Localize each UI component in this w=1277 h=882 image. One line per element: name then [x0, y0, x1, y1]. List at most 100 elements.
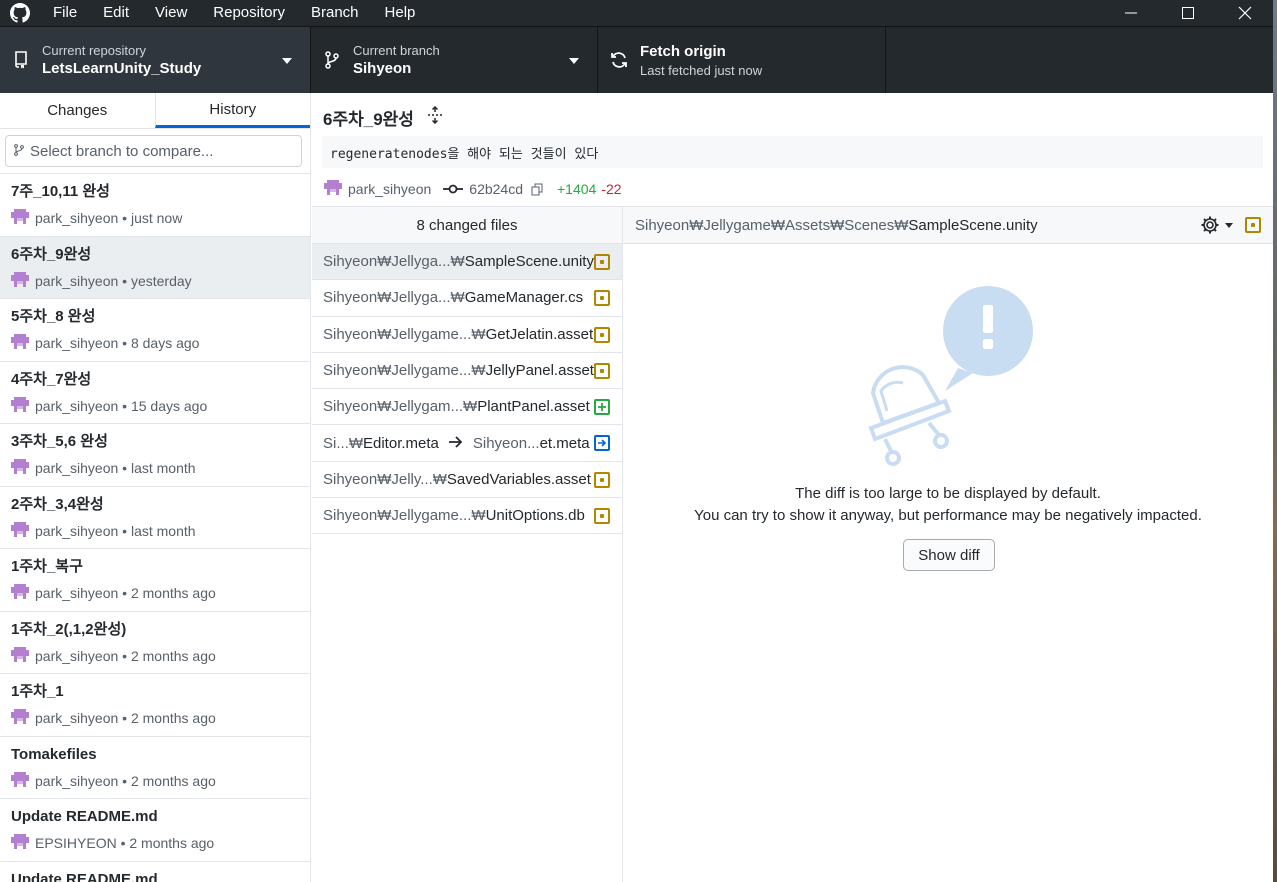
- commit-meta: park_sihyeon • 2 months ago: [35, 772, 216, 789]
- menu-branch[interactable]: Branch: [298, 0, 372, 26]
- avatar: [11, 771, 29, 787]
- git-branch-icon: [311, 51, 353, 69]
- commit-list-item[interactable]: 1주차_1 park_sihyeon • 2 months ago: [0, 674, 310, 737]
- file-path: Sihyeon₩Jellyga...₩SampleScene.unity: [323, 253, 594, 270]
- file-path: Sihyeon₩Jellyga...₩GameManager.cs: [323, 289, 583, 306]
- avatar: [11, 459, 29, 474]
- modified-status-icon: [594, 362, 610, 379]
- commit-list-item[interactable]: 5주차_8 완성 park_sihyeon • 8 days ago: [0, 299, 310, 362]
- diff-header: Sihyeon₩Jellygame₩Assets₩Scenes₩ SampleSc…: [623, 207, 1273, 244]
- file-name: PlantPanel.asset: [477, 398, 590, 416]
- changed-file-item[interactable]: Sihyeon₩Jellygame...₩GetJelatin.asset: [312, 317, 622, 353]
- commit-list-item[interactable]: Update README.md EPSIHYEON • 2 months ago: [0, 799, 310, 862]
- git-commit-icon: [443, 183, 464, 195]
- file-name: JellyPanel.asset: [485, 362, 594, 380]
- avatar: [11, 521, 29, 537]
- commit-title: 5주차_8 완성: [11, 308, 96, 325]
- added-status-icon: [594, 399, 610, 416]
- modified-status-icon: [594, 326, 610, 343]
- renamed-file-path: Sihyeon...et.meta: [473, 435, 590, 452]
- show-diff-button[interactable]: Show diff: [903, 539, 995, 571]
- github-logo-icon: [0, 0, 40, 26]
- commit-list-item[interactable]: 1주차_2(,1,2완성) park_sihyeon • 2 months ago: [0, 612, 310, 674]
- commit-list-item[interactable]: Update README.md: [0, 862, 310, 882]
- changed-file-item[interactable]: Sihyeon₩Jellygame...₩JellyPanel.asset: [312, 353, 622, 390]
- expand-icon[interactable]: [426, 105, 444, 129]
- changed-file-item[interactable]: Sihyeon₩Jellyga...₩GameManager.cs: [312, 280, 622, 317]
- file-dir: Sihyeon₩Jellygame...₩: [323, 507, 486, 525]
- current-branch-button[interactable]: Current branch Sihyeon: [311, 27, 598, 93]
- commit-meta: park_sihyeon • 2 months ago: [35, 647, 216, 664]
- file-path: Sihyeon₩Jellygame...₩JellyPanel.asset: [323, 362, 594, 379]
- changed-file-item[interactable]: Si...₩Editor.meta Sihyeon...et.meta: [312, 425, 622, 462]
- large-diff-illustration: [863, 283, 1043, 476]
- commit-title: 4주차_7완성: [11, 370, 92, 388]
- diff-file-dir: Sihyeon₩Jellygame₩Assets₩Scenes₩: [635, 216, 909, 234]
- copy-icon[interactable]: [531, 183, 543, 196]
- repo-icon: [0, 51, 42, 69]
- diff-too-large-message: The diff is too large to be displayed by…: [795, 485, 1101, 502]
- tab-changes[interactable]: Changes: [0, 93, 155, 128]
- menu-edit[interactable]: Edit: [90, 0, 142, 26]
- branch-search-icon: [14, 143, 24, 159]
- file-name: UnitOptions.db: [485, 507, 585, 525]
- commit-list-item[interactable]: 6주차_9완성 park_sihyeon • yesterday: [0, 236, 310, 299]
- sync-icon: [598, 50, 640, 70]
- close-icon[interactable]: [1216, 0, 1273, 26]
- file-dir: Sihyeon₩Jellygame...₩: [323, 325, 486, 343]
- diff-settings-button[interactable]: [1200, 215, 1233, 235]
- chevron-down-icon: [1225, 222, 1233, 228]
- avatar: [11, 584, 29, 599]
- modified-status-icon: [594, 508, 610, 525]
- renamed-status-icon: [594, 435, 610, 452]
- arrow-right-icon: [448, 435, 463, 452]
- menu-view[interactable]: View: [142, 0, 200, 26]
- menu-help[interactable]: Help: [372, 0, 429, 26]
- file-path: Sihyeon₩Jellygam...₩PlantPanel.asset: [323, 398, 590, 415]
- commit-list-item[interactable]: Tomakefiles park_sihyeon • 2 months ago: [0, 737, 310, 799]
- file-dir: Sihyeon₩Jellyga...₩: [323, 289, 465, 307]
- chevron-down-icon: [569, 58, 579, 64]
- fetch-origin-title: Fetch origin: [640, 42, 726, 60]
- current-repository-name: LetsLearnUnity_Study: [42, 59, 202, 77]
- menu-bar: File Edit View Repository Branch Help: [40, 0, 428, 26]
- commit-list-item[interactable]: 7주_10,11 완성 park_sihyeon • just now: [0, 174, 310, 237]
- file-dir: Si...₩: [323, 434, 363, 452]
- commit-title: 6주차_9완성: [11, 245, 92, 263]
- commit-title: 1주차_1: [11, 683, 64, 700]
- commit-list-item[interactable]: 2주차_3,4완성 park_sihyeon • last month: [0, 487, 310, 549]
- commit-list-item[interactable]: 3주차_5,6 완성 park_sihyeon • last month: [0, 424, 310, 487]
- commit-list-item[interactable]: 4주차_7완성 park_sihyeon • 15 days ago: [0, 362, 310, 424]
- branch-compare-field[interactable]: [5, 135, 302, 167]
- maximize-icon[interactable]: [1159, 0, 1216, 26]
- fetch-origin-button[interactable]: Fetch origin Last fetched just now: [598, 27, 886, 93]
- commit-list-item[interactable]: 1주차_복구 park_sihyeon • 2 months ago: [0, 549, 310, 612]
- branch-compare-input[interactable]: [30, 142, 290, 160]
- changed-file-item[interactable]: Sihyeon₩Jelly...₩SavedVariables.asset: [312, 462, 622, 499]
- commit-title: 3주차_5,6 완성: [11, 433, 108, 450]
- commit-meta: park_sihyeon • last month: [35, 460, 196, 476]
- commit-title: 1주차_복구: [11, 558, 83, 575]
- file-dir: Sihyeon₩Jelly...₩: [323, 470, 447, 488]
- tab-history[interactable]: History: [154, 93, 310, 128]
- gear-icon: [1200, 215, 1220, 235]
- file-dir: Sihyeon₩Jellygame...₩: [323, 362, 486, 380]
- menu-repository[interactable]: Repository: [200, 0, 298, 26]
- chevron-down-icon: [282, 58, 292, 64]
- commit-title: 6주차_9완성: [323, 110, 414, 129]
- avatar: [11, 834, 29, 849]
- commit-title: 7주_10,11 완성: [11, 183, 110, 200]
- sidebar-tabs: Changes History: [0, 93, 310, 129]
- commit-title: Tomakefiles: [11, 745, 97, 763]
- avatar: [11, 646, 29, 662]
- changed-file-item[interactable]: Sihyeon₩Jellyga...₩SampleScene.unity: [312, 244, 622, 281]
- commit-summary: 6주차_9완성 regeneratenodes을 해야 되는 것들이 있다 pa…: [312, 93, 1273, 207]
- current-repository-button[interactable]: Current repository LetsLearnUnity_Study: [0, 27, 311, 93]
- commit-meta: park_sihyeon • 2 months ago: [35, 585, 216, 601]
- menu-file[interactable]: File: [40, 0, 90, 26]
- last-fetched-text: Last fetched just now: [640, 62, 763, 78]
- changed-file-item[interactable]: Sihyeon₩Jellygam...₩PlantPanel.asset: [312, 389, 622, 426]
- file-dir: Sihyeon₩Jellygam...₩: [323, 398, 478, 416]
- changed-file-item[interactable]: Sihyeon₩Jellygame...₩UnitOptions.db: [312, 498, 622, 535]
- minimize-icon[interactable]: [1102, 0, 1159, 26]
